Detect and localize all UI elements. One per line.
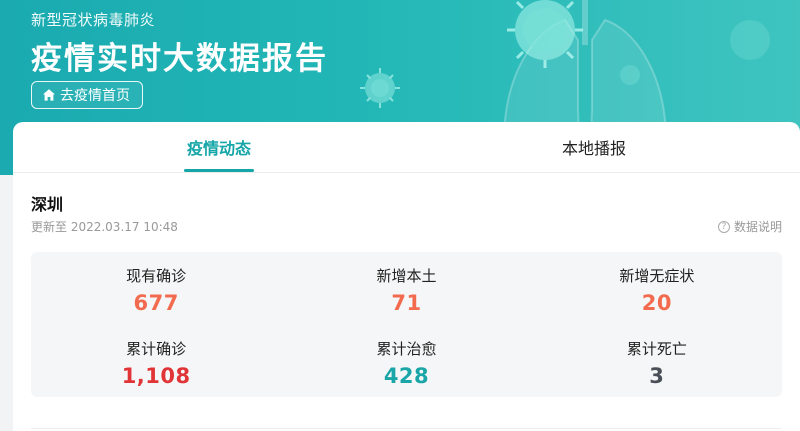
stat-label: 累计死亡 bbox=[626, 339, 687, 358]
stat-total-cured: 累计治愈 428 bbox=[281, 325, 531, 398]
stat-value: 677 bbox=[133, 291, 179, 316]
stat-new-local: 新增本土 71 bbox=[281, 252, 531, 325]
tab-label: 本地播报 bbox=[561, 139, 626, 158]
region-name: 深圳 bbox=[31, 195, 64, 214]
tab-local-broadcast[interactable]: 本地播报 bbox=[547, 122, 641, 172]
data-explanation-label: 数据说明 bbox=[733, 220, 782, 234]
stat-value: 20 bbox=[641, 291, 672, 316]
stat-value: 3 bbox=[649, 363, 665, 388]
stat-label: 新增无症状 bbox=[619, 267, 695, 286]
hero-subtitle: 新型冠状病毒肺炎 bbox=[31, 11, 156, 29]
tab-label: 疫情动态 bbox=[186, 139, 251, 158]
stat-total-confirmed: 累计确诊 1,108 bbox=[31, 325, 281, 398]
data-explanation-link[interactable]: ? 数据说明 bbox=[717, 218, 782, 235]
stat-current-confirmed: 现有确诊 677 bbox=[31, 252, 281, 325]
stat-label: 累计确诊 bbox=[126, 339, 187, 358]
stat-total-deaths: 累计死亡 3 bbox=[532, 325, 782, 398]
tab-bar: 疫情动态 本地播报 bbox=[13, 122, 800, 173]
stat-label: 现有确诊 bbox=[126, 267, 187, 286]
go-home-label: 去疫情首页 bbox=[60, 88, 130, 104]
stat-label: 新增本土 bbox=[376, 267, 437, 286]
stat-value: 71 bbox=[391, 291, 422, 316]
stat-value: 428 bbox=[383, 363, 430, 388]
stat-value: 1,108 bbox=[121, 363, 191, 388]
home-icon bbox=[43, 89, 55, 101]
report-card: 疫情动态 本地播报 深圳 更新至 2022.03.17 10:48 ? 数据说明… bbox=[13, 122, 800, 431]
go-home-button[interactable]: 去疫情首页 bbox=[31, 81, 143, 109]
page: 新型冠状病毒肺炎 疫情实时大数据报告 去疫情首页 疫情动态 本地播报 深圳 更新… bbox=[0, 0, 800, 431]
tab-epidemic-dynamics[interactable]: 疫情动态 bbox=[172, 122, 266, 172]
divider bbox=[31, 428, 782, 429]
updated-timestamp: 更新至 2022.03.17 10:48 bbox=[31, 220, 178, 234]
info-icon: ? bbox=[717, 220, 730, 233]
stat-new-asymptomatic: 新增无症状 20 bbox=[532, 252, 782, 325]
stats-panel: 现有确诊 677 新增本土 71 新增无症状 20 累计确诊 1,108 累计治… bbox=[31, 252, 782, 397]
stat-label: 累计治愈 bbox=[376, 339, 437, 358]
page-title: 疫情实时大数据报告 bbox=[31, 41, 328, 77]
